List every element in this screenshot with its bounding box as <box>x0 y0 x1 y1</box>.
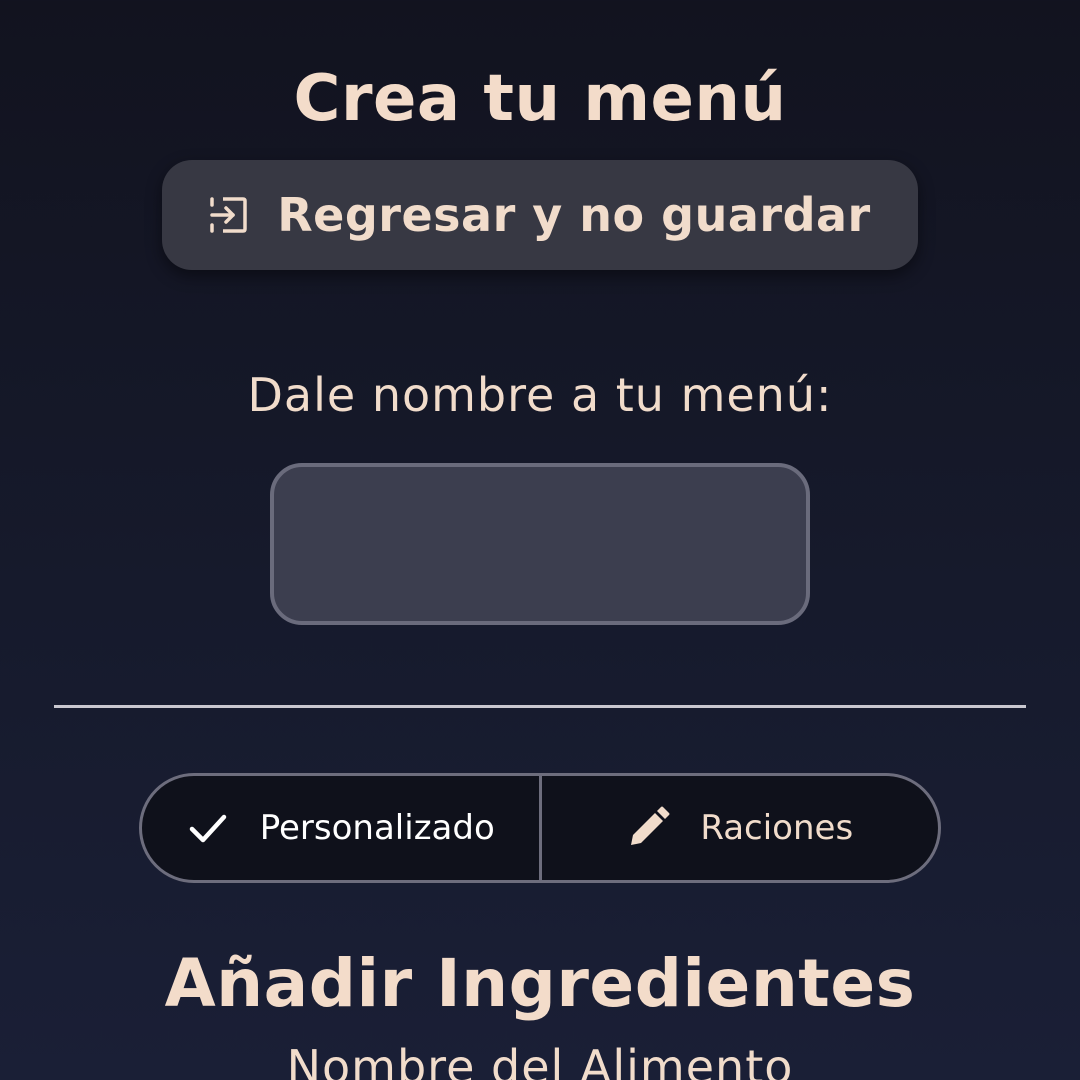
divider <box>54 705 1026 708</box>
back-button-label: Regresar y no guardar <box>277 188 871 242</box>
segment-personalizado[interactable]: Personalizado <box>142 776 539 880</box>
segment-label-personalizado: Personalizado <box>259 808 495 848</box>
add-ingredients-title: Añadir Ingredientes <box>164 945 916 1022</box>
menu-name-input[interactable] <box>270 463 810 625</box>
menu-name-label: Dale nombre a tu menú: <box>247 368 833 422</box>
exit-arrow-icon <box>209 195 249 235</box>
back-without-saving-button[interactable]: Regresar y no guardar <box>162 160 918 270</box>
mode-segmented-control: Personalizado Raciones <box>139 773 941 883</box>
pencil-icon <box>626 806 670 850</box>
segment-label-raciones: Raciones <box>700 808 854 848</box>
page-title: Crea tu menú <box>293 62 787 136</box>
segment-raciones[interactable]: Raciones <box>538 776 939 880</box>
check-icon <box>186 806 230 850</box>
food-name-label: Nombre del Alimento <box>286 1040 794 1080</box>
